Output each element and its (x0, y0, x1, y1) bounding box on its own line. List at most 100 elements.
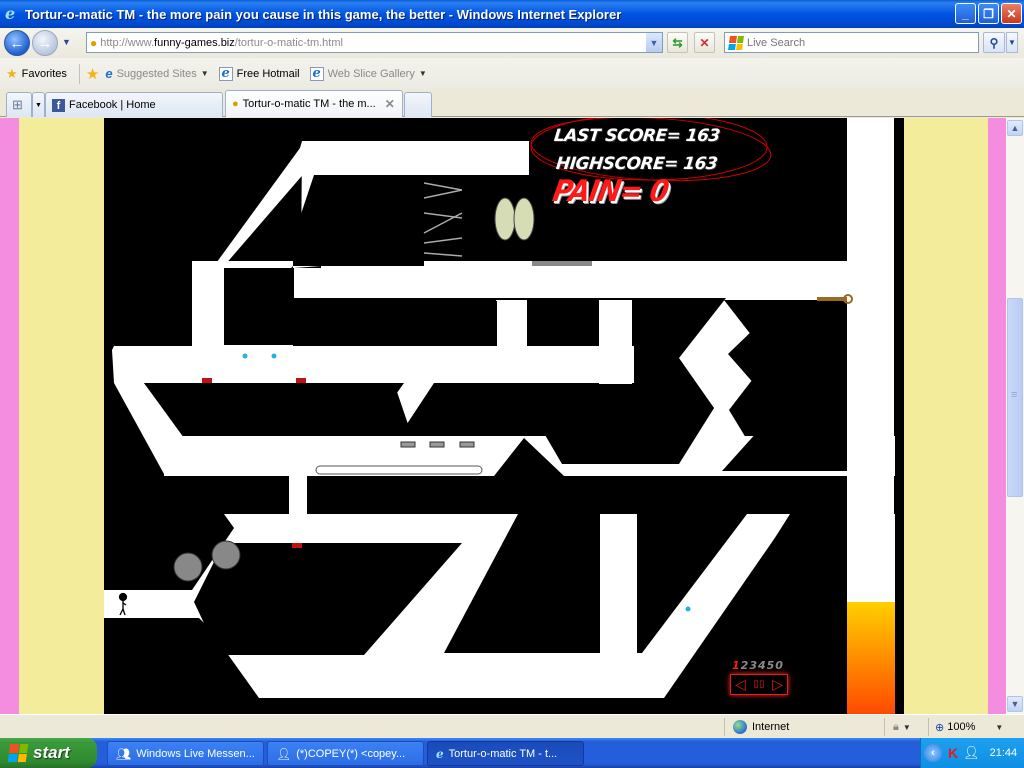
barbed-wire-trap (423, 182, 463, 257)
page-favicon-icon: ● (90, 35, 98, 50)
roller-trap (513, 197, 535, 241)
level-0[interactable]: 0 (775, 659, 784, 672)
minimize-icon: _ (962, 6, 969, 21)
game-level-map (104, 118, 904, 714)
water-drip (685, 606, 691, 612)
stop-button[interactable]: ✕ (694, 32, 715, 53)
favorites-button[interactable]: ★ Favorites (6, 66, 67, 82)
pain-counter: PAIN= 0 (549, 174, 671, 209)
wall-block (293, 175, 424, 266)
search-options-dropdown[interactable]: ▼ (1006, 32, 1018, 53)
chat-icon: 👤︎ (276, 746, 292, 761)
spike-strip (532, 261, 592, 266)
add-to-favorites-bar-icon[interactable]: ★ (86, 65, 99, 83)
ie-page-icon: e (218, 66, 233, 81)
status-bar: Internet 🔒︎ ▼ ⊕ 100% ▼ (0, 714, 1024, 738)
chevron-down-icon: ▼ (995, 722, 1004, 732)
wall-block (144, 383, 404, 436)
right-pink-border (988, 118, 1006, 714)
forward-arrow-icon: → (37, 34, 53, 52)
pain-meter-fill (847, 602, 895, 714)
close-button[interactable]: ✕ (1001, 3, 1022, 24)
free-hotmail-link[interactable]: e Free Hotmail (218, 66, 300, 81)
ie-page-icon: e (309, 66, 324, 81)
saw-blade-trap (173, 552, 203, 582)
level-3[interactable]: 3 (749, 659, 758, 672)
taskbar-item-ie[interactable]: e Tortur-o-matic TM - t... (427, 741, 584, 766)
chevron-down-icon: ▼ (902, 722, 911, 732)
messenger-icon: 👥︎ (116, 746, 132, 761)
magnifier-icon: ⚲ (989, 35, 999, 50)
back-button[interactable]: ← (4, 30, 30, 56)
web-slice-gallery-link[interactable]: e Web Slice Gallery ▼ (309, 66, 427, 81)
saw-blade-trap (211, 540, 241, 570)
scroll-thumb[interactable] (1007, 298, 1023, 497)
previous-level-button[interactable]: ◁ (735, 677, 746, 693)
clock[interactable]: 21:44 (990, 747, 1018, 759)
game-right-edge (895, 118, 904, 714)
taskbar-item-messenger[interactable]: 👥︎ Windows Live Messen... (107, 741, 264, 766)
forward-button[interactable]: → (32, 30, 58, 56)
level-2[interactable]: 2 (741, 659, 750, 672)
antivirus-icon[interactable]: K (948, 745, 958, 761)
close-tab-icon[interactable]: ✕ (385, 97, 395, 111)
restore-icon: ❐ (983, 6, 994, 21)
level-1[interactable]: 1 (732, 659, 741, 672)
scroll-down-button[interactable]: ▼ (1007, 696, 1023, 712)
red-button (202, 378, 212, 383)
windows-flag-icon (7, 744, 29, 762)
restore-button[interactable]: ❐ (978, 3, 999, 24)
chevron-down-icon: ▼ (418, 69, 427, 78)
water-drip (242, 353, 248, 359)
zoom-control[interactable]: ⊕ 100% ▼ (928, 718, 1008, 736)
protected-mode-button[interactable]: 🔒︎ ▼ (884, 718, 926, 736)
back-arrow-icon: ← (9, 34, 25, 52)
show-hidden-icons-button[interactable]: ‹ (924, 744, 942, 762)
security-zone[interactable]: Internet (724, 718, 884, 736)
start-button[interactable]: start (0, 738, 97, 768)
refresh-button[interactable]: ⇆ (667, 32, 688, 53)
messenger-status-icon[interactable]: 👤︎ (963, 745, 980, 761)
game-canvas[interactable]: LAST SCORE= 163 HIGHSCORE= 163 PAIN= 0 1… (104, 118, 904, 714)
wall-block (527, 301, 599, 346)
search-box[interactable] (724, 32, 979, 53)
search-input[interactable] (747, 36, 947, 49)
roller-trap (494, 197, 516, 241)
red-button (292, 543, 302, 548)
highscore-label: HIGHSCORE= 163 (554, 154, 719, 174)
corridor (496, 300, 527, 348)
search-button[interactable]: ⚲ (983, 32, 1005, 53)
divider (78, 63, 80, 84)
wall-block (307, 476, 522, 514)
wall-block (224, 268, 293, 345)
ie-icon: e (105, 66, 113, 81)
globe-icon (733, 720, 747, 734)
new-tab-button[interactable] (404, 92, 432, 117)
level-4[interactable]: 4 (758, 659, 767, 672)
piston-trap (400, 441, 475, 448)
ie-logo-icon: e (5, 4, 16, 23)
tab-list-dropdown[interactable]: ▼ (32, 92, 45, 117)
address-url[interactable]: http://www.funny-games.biz/tortur-o-mati… (100, 37, 343, 49)
vertical-scrollbar[interactable]: ▲ ▼ (1006, 118, 1024, 714)
wall-block (104, 698, 904, 714)
wall-block (209, 476, 289, 514)
tab-tortur-o-matic[interactable]: ● Tortur-o-matic TM - the m... ✕ (225, 90, 403, 117)
address-dropdown-button[interactable]: ▼ (646, 33, 662, 52)
address-bar[interactable]: ● http://www.funny-games.biz/tortur-o-ma… (86, 32, 663, 53)
quick-tabs-button[interactable]: ⊞ (6, 92, 32, 117)
window-title: Tortur-o-matic TM - the more pain you ca… (25, 6, 622, 22)
last-score-label: LAST SCORE= 163 (552, 126, 721, 146)
tab-facebook[interactable]: f Facebook | Home (45, 92, 223, 117)
scroll-up-button[interactable]: ▲ (1007, 120, 1023, 136)
recent-pages-dropdown[interactable]: ▼ (62, 37, 71, 47)
page-icon: ● (232, 98, 239, 110)
taskbar-item-chat[interactable]: 👤︎ (*)COPEY(*) <copey... (267, 741, 424, 766)
window-titlebar: e Tortur-o-matic TM - the more pain you … (0, 0, 1024, 28)
next-level-button[interactable]: ▷ (772, 677, 783, 693)
pause-button[interactable]: ▯▯ (753, 679, 764, 690)
favorites-star-icon: ★ (6, 65, 18, 81)
suggested-sites-link[interactable]: e Suggested Sites ▼ (105, 66, 208, 81)
level-5[interactable]: 5 (767, 659, 776, 672)
minimize-button[interactable]: _ (955, 3, 976, 24)
